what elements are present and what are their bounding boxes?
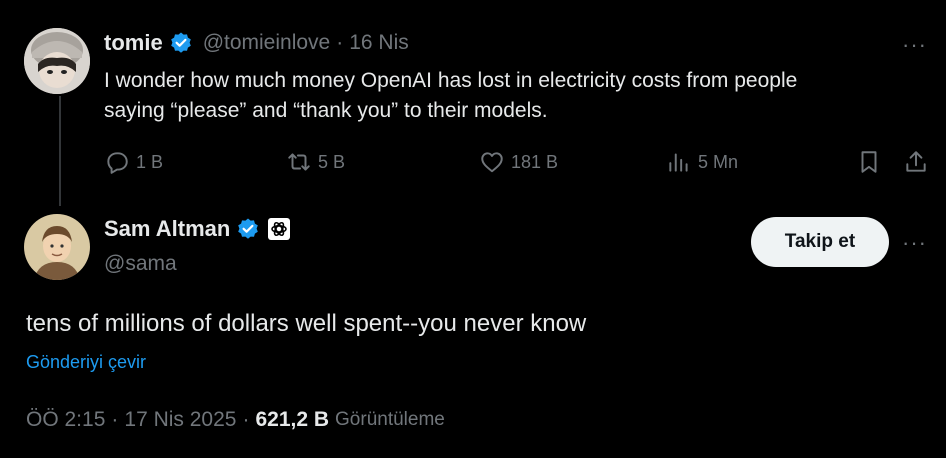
thread-line	[59, 96, 61, 206]
views-label: Görüntüleme	[335, 409, 445, 430]
tweet-text-line-1: I wonder how much money OpenAI has lost …	[104, 69, 798, 92]
tweet-text-line-2: saying “please” and “thank you” to their…	[104, 99, 548, 122]
bookmark-icon	[861, 151, 877, 173]
views-button[interactable]: 5 Mn	[666, 149, 738, 175]
author-name[interactable]: tomie	[104, 30, 163, 56]
date-separator: ·	[336, 31, 344, 54]
meta-separator: ·	[242, 408, 250, 431]
bookmark-button[interactable]	[856, 149, 882, 175]
openai-affiliate-badge-icon[interactable]	[268, 218, 291, 240]
verified-badge-icon	[170, 32, 191, 53]
meta-separator: ·	[111, 408, 119, 431]
more-options-icon[interactable]: ···	[902, 230, 927, 256]
views-chart-icon	[669, 153, 688, 172]
tweet-text: tens of millions of dollars well spent--…	[26, 310, 587, 337]
follow-button[interactable]: Takip et	[751, 217, 889, 267]
more-options-icon[interactable]: ···	[902, 32, 927, 58]
like-button[interactable]: 181 B	[479, 149, 558, 175]
views-count: 621,2 B	[255, 408, 330, 431]
share-button[interactable]	[903, 149, 929, 175]
repost-button[interactable]: 5 B	[286, 149, 345, 175]
author-handle[interactable]: @sama	[104, 252, 177, 276]
reply-icon	[107, 152, 128, 174]
avatar-sam-altman[interactable]	[24, 214, 90, 280]
repost-icon	[288, 153, 310, 171]
translate-post-link[interactable]: Gönderiyi çevir	[26, 352, 146, 373]
author-name[interactable]: Sam Altman	[104, 216, 230, 242]
reply-count: 1 B	[136, 151, 164, 172]
reply-button[interactable]: 1 B	[104, 149, 163, 175]
repost-count: 5 B	[318, 151, 346, 172]
avatar-tomie[interactable]	[24, 28, 90, 94]
like-count: 181 B	[511, 151, 559, 172]
author-handle[interactable]: @tomieinlove	[203, 31, 331, 55]
post-date[interactable]: 17 Nis 2025	[124, 408, 236, 432]
tweet-date[interactable]: 16 Nis	[349, 31, 409, 55]
heart-icon	[481, 152, 503, 173]
share-icon	[906, 151, 926, 172]
views-count: 5 Mn	[698, 151, 739, 172]
verified-badge-icon	[238, 218, 259, 239]
post-time[interactable]: ÖÖ 2:15	[26, 408, 105, 432]
